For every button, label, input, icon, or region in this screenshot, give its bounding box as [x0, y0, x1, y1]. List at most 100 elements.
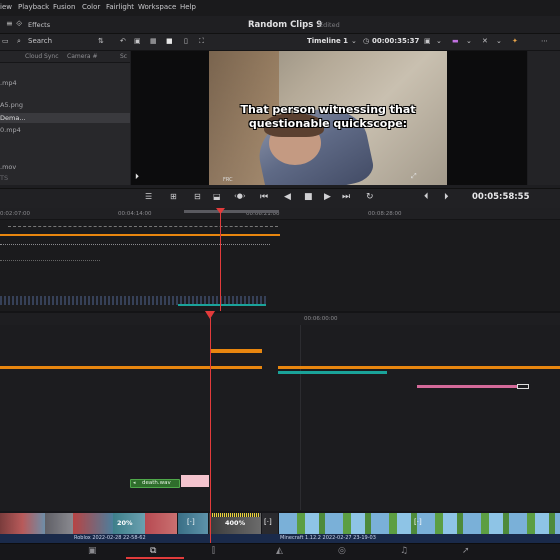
- dual-viewer-icon[interactable]: ▯: [184, 37, 188, 45]
- lower-playhead[interactable]: [210, 318, 211, 511]
- visible-range[interactable]: [184, 210, 279, 213]
- transport-timecode: 00:05:58:55: [472, 192, 530, 202]
- fusion-page-icon[interactable]: ◭: [276, 546, 283, 556]
- clip-thumbnail[interactable]: 20%: [113, 513, 145, 534]
- clip-thumbnail[interactable]: [·]: [178, 513, 208, 534]
- fairlight-page-icon[interactable]: ♫: [400, 546, 408, 556]
- upper-playhead[interactable]: [220, 212, 221, 311]
- prev-frame-icon[interactable]: ⏴: [424, 192, 429, 202]
- clip-thumbnail[interactable]: [45, 513, 73, 534]
- orange-track[interactable]: [278, 366, 560, 369]
- chevron-down-icon[interactable]: ⌄: [351, 37, 357, 45]
- clip-thumbnail[interactable]: [0, 513, 45, 534]
- retime-bar[interactable]: [210, 513, 260, 517]
- upper-clip-markers: [0, 260, 100, 261]
- cut-page-icon[interactable]: ⧉: [150, 546, 156, 556]
- clip-thumbnail[interactable]: [73, 513, 113, 534]
- list-item[interactable]: A5.png: [0, 101, 23, 109]
- jog-icon[interactable]: ‹●›: [234, 192, 246, 200]
- ruler-tick-label: 00:04:14:00: [118, 211, 152, 217]
- list-view-icon[interactable]: ▭: [2, 37, 9, 45]
- undo-icon[interactable]: ↶: [120, 37, 126, 45]
- upper-teal-track[interactable]: [178, 304, 266, 306]
- skip-back-icon[interactable]: ⏮: [260, 192, 268, 202]
- list-item[interactable]: .mp4: [0, 79, 17, 87]
- clip-end-handle[interactable]: [517, 384, 529, 389]
- effects-label[interactable]: Effects: [28, 21, 50, 29]
- fx-icon[interactable]: ✦: [512, 37, 518, 45]
- clip-thumbnail[interactable]: [·]: [262, 513, 278, 534]
- loop-icon[interactable]: ↻: [366, 192, 374, 202]
- viewer-play-icon[interactable]: ⏵: [135, 172, 139, 182]
- edit-page-icon[interactable]: ⫿: [212, 546, 215, 556]
- next-frame-icon[interactable]: ⏵: [444, 192, 449, 202]
- clip-icon[interactable]: ▣: [134, 37, 141, 45]
- viewer-fullscreen-icon[interactable]: ⤢: [411, 172, 417, 181]
- menu-view[interactable]: iew: [0, 3, 12, 11]
- column-scene[interactable]: Sc: [120, 53, 127, 60]
- play-icon[interactable]: ▶: [324, 192, 331, 202]
- chevron-down-icon[interactable]: ⌄: [466, 37, 472, 45]
- clip-thumbnail[interactable]: [·]: [279, 513, 560, 534]
- thumbnail-icon[interactable]: ▦: [150, 37, 157, 45]
- edit-mode-icon[interactable]: ☰: [145, 192, 152, 201]
- audio-wave-icon: ◂: [133, 480, 136, 486]
- timeline-selector[interactable]: Timeline 1: [307, 37, 348, 45]
- collapse-icon[interactable]: ≡: [6, 19, 13, 28]
- color-page-icon[interactable]: ◎: [338, 546, 346, 556]
- clip-label[interactable]: Roblox 2022-02-28 22-58-62: [74, 535, 146, 541]
- trim-icon[interactable]: ⊞: [170, 192, 177, 201]
- search-label[interactable]: Search: [28, 37, 52, 45]
- menu-workspace[interactable]: Workspace: [138, 3, 176, 11]
- search-icon[interactable]: ⌕: [17, 37, 21, 46]
- color-tag-icon[interactable]: ▬: [452, 37, 459, 45]
- viewer-timecode: 00:00:35:37: [372, 37, 420, 45]
- chevron-down-icon[interactable]: ⌄: [496, 37, 502, 45]
- menu-playback[interactable]: Playback: [18, 3, 49, 11]
- video-frame[interactable]: That person witnessing that questionable…: [209, 51, 447, 185]
- audio-clip[interactable]: ◂ death.wav: [130, 479, 180, 488]
- effects-icon[interactable]: ⟐: [16, 19, 22, 29]
- clock-icon: ◷: [363, 37, 370, 45]
- chevron-down-icon[interactable]: ⌄: [436, 37, 442, 45]
- lower-ruler[interactable]: [0, 313, 560, 325]
- skip-forward-icon[interactable]: ⏭: [342, 192, 350, 202]
- media-page-icon[interactable]: ▣: [88, 546, 97, 556]
- fullscreen-icon[interactable]: ⛶: [199, 37, 204, 46]
- viewer-side-panel: [528, 51, 560, 185]
- viewer-mode-icon[interactable]: ■: [166, 37, 173, 45]
- lower-timeline[interactable]: [0, 311, 560, 511]
- reverse-icon[interactable]: ◀: [284, 192, 291, 202]
- options-icon[interactable]: ⋯: [541, 37, 548, 45]
- menu-help[interactable]: Help: [180, 3, 196, 11]
- column-cloud-sync[interactable]: Cloud Sync: [25, 53, 59, 60]
- strip-playhead: [210, 511, 211, 543]
- zoom-icon[interactable]: ▣: [424, 37, 431, 45]
- pink-clip[interactable]: [417, 385, 517, 388]
- clip-thumbnail[interactable]: [145, 513, 177, 534]
- list-item[interactable]: Dema...: [0, 114, 26, 122]
- menu-color[interactable]: Color: [82, 3, 100, 11]
- menu-fusion[interactable]: Fusion: [53, 3, 75, 11]
- list-item[interactable]: 0.mp4: [0, 126, 21, 134]
- orange-track[interactable]: [0, 366, 262, 369]
- sort-icon[interactable]: ⇅: [98, 37, 104, 45]
- upper-ruler[interactable]: [0, 208, 560, 220]
- list-item[interactable]: .mov: [0, 163, 16, 171]
- list-item[interactable]: TS: [0, 174, 8, 182]
- upper-orange-track[interactable]: [0, 234, 280, 236]
- media-pool-toolbar: ▭ ⌕ Search ⇅ ↶ ▣ ▦ ■ ▯ ⛶ Timeline 1 ⌄ ◷ …: [0, 34, 560, 51]
- video-caption: That person witnessing that questionable…: [240, 103, 416, 130]
- clip-label[interactable]: Minecraft 1.12.2 2022-02-27 23-19-03: [280, 535, 376, 541]
- insert-icon[interactable]: ⬓: [213, 192, 221, 201]
- split-icon[interactable]: ⊟: [194, 192, 201, 201]
- transform-icon[interactable]: ✕: [482, 37, 488, 45]
- menu-fairlight[interactable]: Fairlight: [106, 3, 134, 11]
- teal-clip[interactable]: [278, 371, 387, 374]
- orange-clip[interactable]: [210, 349, 262, 353]
- stop-icon[interactable]: ■: [304, 192, 313, 202]
- grid-line: [300, 325, 301, 510]
- deliver-page-icon[interactable]: ➚: [462, 546, 470, 556]
- column-camera[interactable]: Camera #: [67, 53, 97, 60]
- pink-audio-clip[interactable]: [181, 475, 209, 487]
